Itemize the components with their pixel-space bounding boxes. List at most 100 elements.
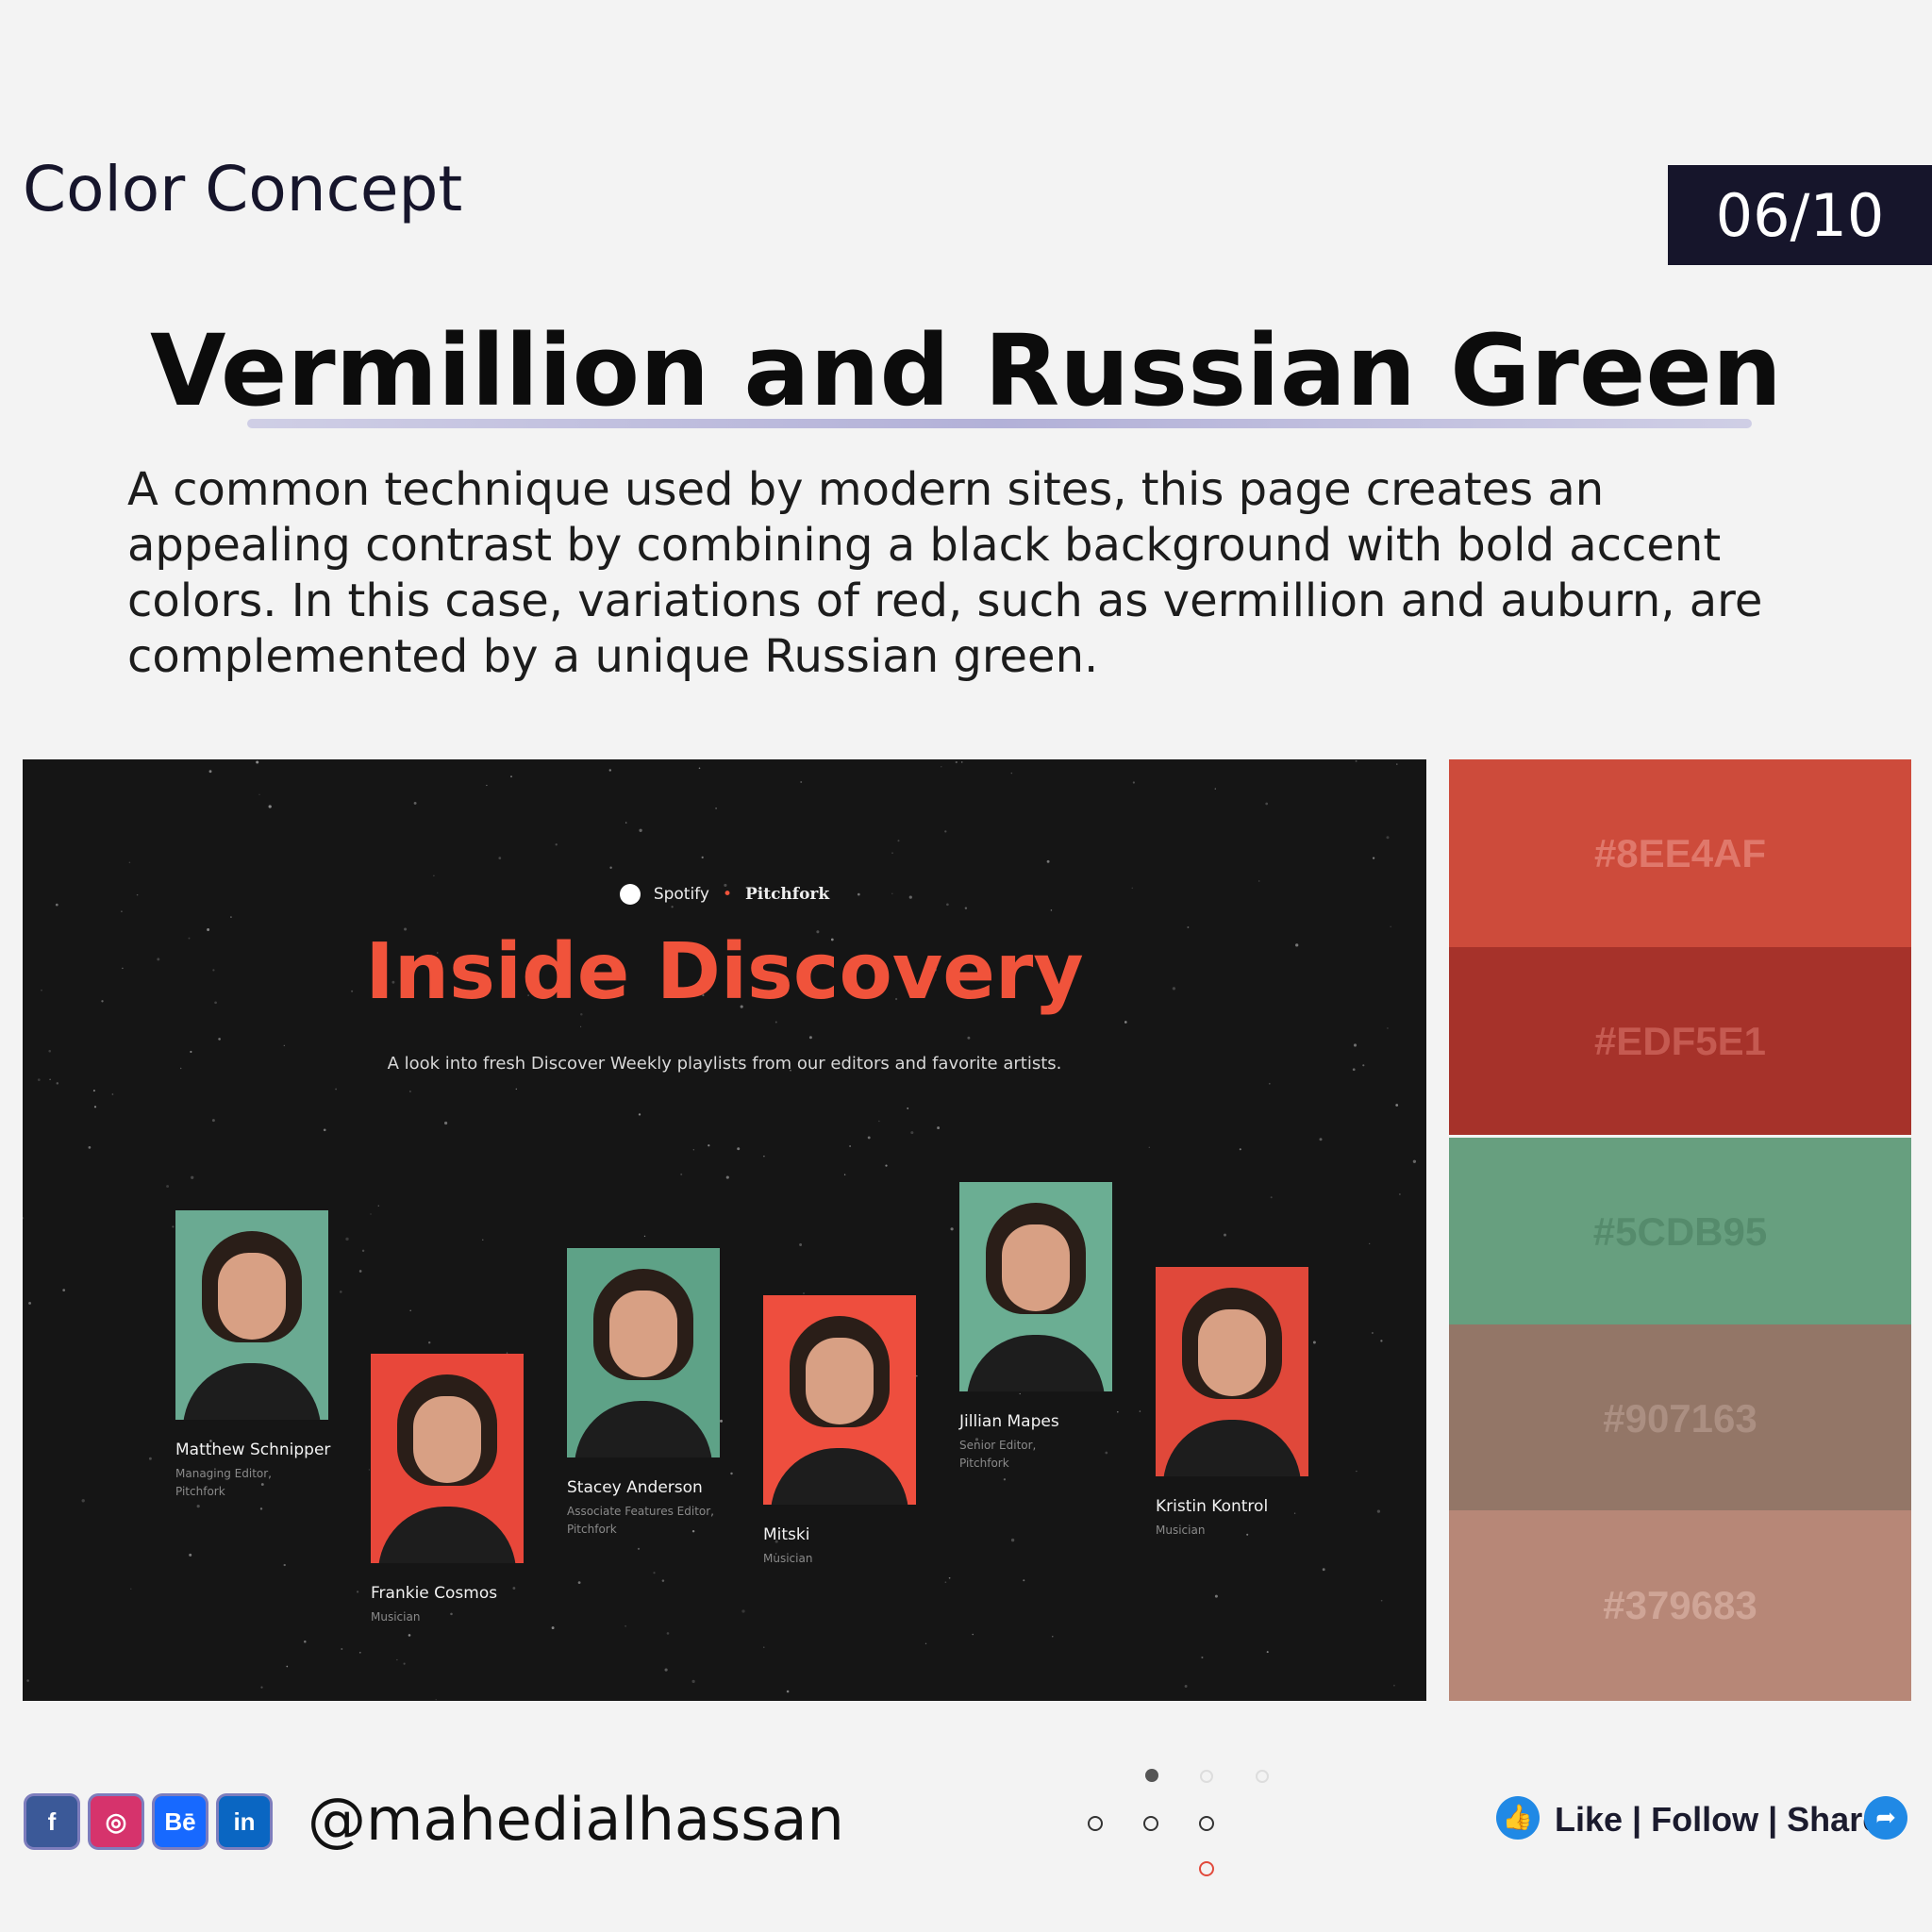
star-dot — [653, 1572, 656, 1574]
star-dot — [915, 1374, 918, 1377]
cta-text: Like | Follow | Share — [1555, 1800, 1882, 1839]
person-role: Musician — [1156, 1524, 1206, 1537]
star-dot — [730, 1472, 733, 1475]
star-dot — [666, 1632, 670, 1635]
star-dot — [128, 861, 131, 864]
star-dot — [130, 1588, 132, 1590]
star-dot — [148, 1457, 152, 1460]
star-dot — [551, 1626, 555, 1630]
star-dot — [907, 1107, 909, 1109]
star-dot — [1201, 1656, 1204, 1659]
star-dot — [1046, 859, 1050, 863]
star-dot — [435, 1698, 437, 1701]
person-role: Musician — [371, 1610, 421, 1624]
person-card: Kristin Kontrol Musician — [1156, 1267, 1308, 1540]
star-dot — [608, 769, 612, 772]
star-dot — [1052, 1636, 1054, 1638]
person-role: Senior Editor, Pitchfork — [959, 1439, 1037, 1470]
person-role: Musician — [763, 1552, 813, 1565]
star-dot — [763, 1155, 765, 1158]
star-dot — [843, 1174, 846, 1175]
thumbs-up-icon[interactable]: 👍 — [1496, 1796, 1540, 1840]
instagram-icon[interactable]: ◎ — [91, 1796, 142, 1847]
star-dot — [48, 1049, 51, 1053]
star-dot — [897, 840, 900, 842]
star-dot — [891, 852, 893, 854]
star-dot — [1214, 788, 1216, 790]
star-dot — [49, 1078, 51, 1081]
star-dot — [737, 1147, 741, 1151]
person-card: Mitski Musician — [763, 1295, 916, 1568]
star-dot — [1399, 1193, 1401, 1195]
star-dot — [26, 1679, 29, 1682]
star-dot — [1380, 1599, 1383, 1602]
indicator-dot — [1256, 1770, 1269, 1783]
star-dot — [948, 1576, 951, 1579]
star-dot — [661, 1579, 665, 1582]
share-arrow-icon[interactable]: ➦ — [1864, 1796, 1907, 1840]
star-dot — [345, 1237, 349, 1241]
star-dot — [878, 1120, 880, 1123]
star-dot — [1322, 1568, 1325, 1572]
star-dot — [396, 1658, 398, 1661]
star-dot — [1268, 1082, 1271, 1085]
star-dot — [356, 1591, 359, 1593]
star-dot — [1224, 1233, 1226, 1237]
person-card: Frankie Cosmos Musician — [371, 1354, 524, 1626]
showcase-title: Inside Discovery — [365, 927, 1084, 1017]
star-dot — [1132, 781, 1136, 784]
star-dot — [335, 1088, 337, 1091]
indicator-dot — [1145, 1769, 1158, 1782]
headline: Vermillion and Russian Green — [150, 313, 1782, 428]
star-dot — [486, 784, 488, 787]
star-dot — [1124, 1021, 1127, 1024]
star-dot — [774, 1021, 777, 1024]
star-dot — [1396, 763, 1398, 765]
star-dot — [849, 1145, 852, 1147]
star-dot — [1257, 880, 1260, 882]
showcase-screenshot: Spotify • Pitchfork Inside Discovery A l… — [23, 759, 1426, 1701]
star-dot — [23, 1217, 25, 1220]
behance-icon[interactable]: Bē — [155, 1796, 206, 1847]
brand-row: Spotify • Pitchfork — [23, 884, 1426, 905]
star-dot — [720, 1419, 723, 1423]
color-swatch: #8EE4AF — [1449, 759, 1911, 947]
star-dot — [1050, 909, 1053, 911]
star-dot — [803, 1292, 805, 1294]
star-dot — [625, 1625, 626, 1627]
star-dot — [1265, 802, 1269, 806]
star-dot — [1010, 1538, 1015, 1542]
star-dot — [268, 805, 272, 808]
star-dot — [370, 1213, 372, 1215]
star-dot — [680, 1173, 683, 1175]
star-dot — [93, 1106, 97, 1108]
star-dot — [691, 1679, 695, 1684]
star-dot — [208, 770, 212, 774]
indicator-dot — [1088, 1816, 1103, 1831]
star-dot — [191, 1175, 194, 1179]
star-dot — [955, 760, 958, 764]
star-dot — [409, 1309, 411, 1311]
star-dot — [708, 1144, 710, 1147]
star-dot — [358, 1270, 362, 1273]
star-dot — [1148, 1146, 1150, 1148]
star-dot — [867, 1136, 871, 1140]
star-dot — [638, 1113, 641, 1116]
star-dot — [1184, 1685, 1188, 1688]
facebook-icon[interactable]: f — [26, 1796, 77, 1847]
indicator-dot-active — [1199, 1861, 1214, 1876]
star-dot — [664, 1668, 668, 1672]
star-dot — [1214, 1594, 1218, 1598]
star-dot — [286, 1665, 289, 1668]
linkedin-icon[interactable]: in — [219, 1796, 270, 1847]
showcase-subtitle: A look into fresh Discover Weekly playli… — [387, 1054, 1062, 1074]
person-card: Stacey Anderson Associate Features Editor… — [567, 1248, 720, 1539]
star-dot — [444, 1121, 448, 1125]
star-dot — [361, 1249, 365, 1253]
star-dot — [510, 775, 512, 778]
person-name: Frankie Cosmos — [371, 1584, 498, 1603]
star-dot — [1380, 1340, 1383, 1342]
social-handle[interactable]: @mahedialhassan — [308, 1785, 844, 1854]
star-dot — [482, 1239, 484, 1241]
indicator-dot — [1143, 1816, 1158, 1831]
